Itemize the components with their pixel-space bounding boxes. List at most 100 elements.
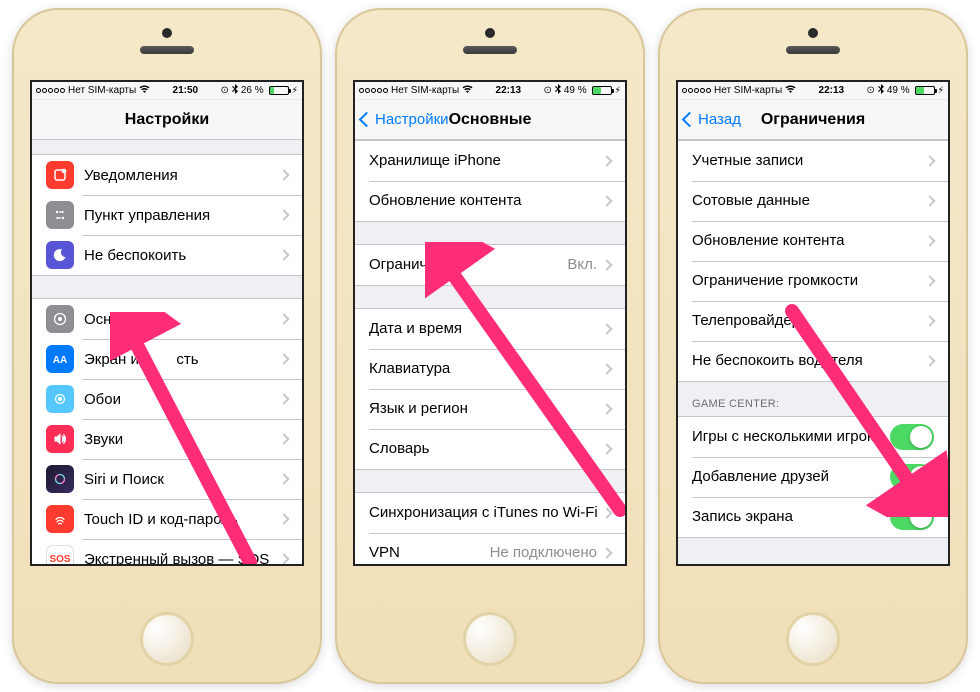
row-sos[interactable]: SOS Экстренный вызов — SOS bbox=[32, 539, 302, 564]
phone-frame-2: Нет SIM-карты 22:13 ⊙ 49 % ⚡︎ Настройки bbox=[335, 8, 645, 684]
chevron-icon bbox=[278, 209, 289, 220]
row-language[interactable]: Язык и регион bbox=[355, 389, 625, 429]
row-siri[interactable]: Siri и Поиск bbox=[32, 459, 302, 499]
row-label: Siri и Поиск bbox=[84, 471, 280, 488]
row-bg-refresh[interactable]: Обновление контента bbox=[678, 221, 948, 261]
gear-icon bbox=[46, 305, 74, 333]
row-general[interactable]: Основные bbox=[32, 299, 302, 339]
chevron-icon bbox=[601, 363, 612, 374]
row-dnd[interactable]: Не беспокоить bbox=[32, 235, 302, 275]
sounds-icon bbox=[46, 425, 74, 453]
chevron-icon bbox=[924, 195, 935, 206]
row-itunes-wifi[interactable]: Синхронизация с iTunes по Wi-Fi bbox=[355, 493, 625, 533]
battery-icon bbox=[592, 86, 612, 95]
wallpaper-icon bbox=[46, 385, 74, 413]
chevron-icon bbox=[278, 433, 289, 444]
row-label: Пункт управления bbox=[84, 207, 280, 224]
battery-pct: 49 % bbox=[887, 85, 910, 96]
chevron-icon bbox=[924, 235, 935, 246]
chevron-icon bbox=[601, 403, 612, 414]
status-bar: Нет SIM-карты 21:50 ⊙ 26 % ⚡︎ bbox=[32, 82, 302, 100]
camera-dot bbox=[485, 28, 495, 38]
toggle-multiplayer[interactable] bbox=[890, 424, 934, 450]
row-datetime[interactable]: Дата и время bbox=[355, 309, 625, 349]
bluetooth-icon bbox=[878, 84, 884, 98]
charging-icon: ⚡︎ bbox=[615, 85, 621, 96]
dnd-icon bbox=[46, 241, 74, 269]
row-sounds[interactable]: Звуки bbox=[32, 419, 302, 459]
chevron-icon bbox=[601, 155, 612, 166]
row-label: Звуки bbox=[84, 431, 280, 448]
settings-list[interactable]: Уведомления Пункт управления Не беспокои… bbox=[32, 140, 302, 564]
section-header-game-center: GAME CENTER: bbox=[678, 382, 948, 416]
charging-icon: ⚡︎ bbox=[938, 85, 944, 96]
chevron-icon bbox=[601, 195, 612, 206]
row-label: Основные bbox=[84, 311, 280, 328]
row-label: Ограничения bbox=[369, 256, 567, 273]
chevron-icon bbox=[278, 249, 289, 260]
home-button[interactable] bbox=[463, 612, 517, 666]
row-touchid[interactable]: Touch ID и код-пароль bbox=[32, 499, 302, 539]
row-add-friends[interactable]: Добавление друзей bbox=[678, 457, 948, 497]
status-bar: Нет SIM-карты 22:13 ⊙ 49 % ⚡︎ bbox=[355, 82, 625, 100]
chevron-back-icon bbox=[359, 112, 375, 128]
chevron-icon bbox=[278, 353, 289, 364]
chevron-icon bbox=[278, 553, 289, 564]
row-storage[interactable]: Хранилище iPhone bbox=[355, 141, 625, 181]
back-label: Настройки bbox=[375, 111, 449, 128]
row-wallpaper[interactable]: Обои bbox=[32, 379, 302, 419]
carrier-label: Нет SIM-карты bbox=[68, 85, 136, 96]
row-label: Экстренный вызов — SOS bbox=[84, 551, 280, 565]
camera-dot bbox=[162, 28, 172, 38]
row-display[interactable]: AA Экран и сть bbox=[32, 339, 302, 379]
row-dictionary[interactable]: Словарь bbox=[355, 429, 625, 469]
chevron-icon bbox=[924, 275, 935, 286]
row-volume-limit[interactable]: Ограничение громкости bbox=[678, 261, 948, 301]
row-notifications[interactable]: Уведомления bbox=[32, 155, 302, 195]
status-time: 21:50 bbox=[173, 85, 199, 96]
back-button[interactable]: Настройки bbox=[361, 111, 449, 128]
row-tv-provider[interactable]: Телепровайдер bbox=[678, 301, 948, 341]
general-list[interactable]: Хранилище iPhone Обновление контента Огр… bbox=[355, 140, 625, 565]
chevron-icon bbox=[278, 169, 289, 180]
bluetooth-icon bbox=[555, 84, 561, 98]
row-label: Не беспокоить водителя bbox=[692, 352, 926, 369]
row-label: Синхронизация с iTunes по Wi-Fi bbox=[369, 504, 603, 521]
home-button[interactable] bbox=[786, 612, 840, 666]
page-title: Настройки bbox=[32, 111, 302, 129]
row-control-center[interactable]: Пункт управления bbox=[32, 195, 302, 235]
home-button[interactable] bbox=[140, 612, 194, 666]
row-restrictions[interactable]: Ограничения Вкл. bbox=[355, 245, 625, 285]
row-cellular[interactable]: Сотовые данные bbox=[678, 181, 948, 221]
restrictions-list[interactable]: Учетные записи Сотовые данные Обновление… bbox=[678, 140, 948, 565]
row-vpn[interactable]: VPN Не подключено bbox=[355, 533, 625, 565]
phone-frame-3: Нет SIM-карты 22:13 ⊙ 49 % ⚡︎ Назад bbox=[658, 8, 968, 684]
toggle-screen-record[interactable] bbox=[890, 504, 934, 530]
row-label: Хранилище iPhone bbox=[369, 152, 603, 169]
siri-icon bbox=[46, 465, 74, 493]
phone-frame-1: Нет SIM-карты 21:50 ⊙ 26 % ⚡︎ Настройки bbox=[12, 8, 322, 684]
row-label: Добавление друзей bbox=[692, 468, 890, 485]
row-label: Touch ID и код-пароль bbox=[84, 511, 280, 528]
row-multiplayer[interactable]: Игры с несколькими игрока... bbox=[678, 417, 948, 457]
screen-3: Нет SIM-карты 22:13 ⊙ 49 % ⚡︎ Назад bbox=[676, 80, 950, 566]
wifi-icon bbox=[462, 85, 473, 97]
toggle-add-friends[interactable] bbox=[890, 464, 934, 490]
row-accounts[interactable]: Учетные записи bbox=[678, 141, 948, 181]
chevron-icon bbox=[601, 323, 612, 334]
speaker-mesh bbox=[786, 46, 840, 54]
bluetooth-icon bbox=[232, 84, 238, 98]
back-button[interactable]: Назад bbox=[684, 111, 741, 128]
row-detail: Вкл. bbox=[567, 256, 597, 273]
row-label: Экран и сть bbox=[84, 351, 280, 368]
notifications-icon bbox=[46, 161, 74, 189]
row-bg-refresh[interactable]: Обновление контента bbox=[355, 181, 625, 221]
row-keyboard[interactable]: Клавиатура bbox=[355, 349, 625, 389]
row-detail: Не подключено bbox=[490, 544, 597, 561]
carrier-label: Нет SIM-карты bbox=[714, 85, 782, 96]
battery-pct: 49 % bbox=[564, 85, 587, 96]
row-label: Сотовые данные bbox=[692, 192, 926, 209]
row-dnd-driving[interactable]: Не беспокоить водителя bbox=[678, 341, 948, 381]
nav-bar: Назад Ограничения bbox=[678, 100, 948, 140]
row-screen-record[interactable]: Запись экрана bbox=[678, 497, 948, 537]
